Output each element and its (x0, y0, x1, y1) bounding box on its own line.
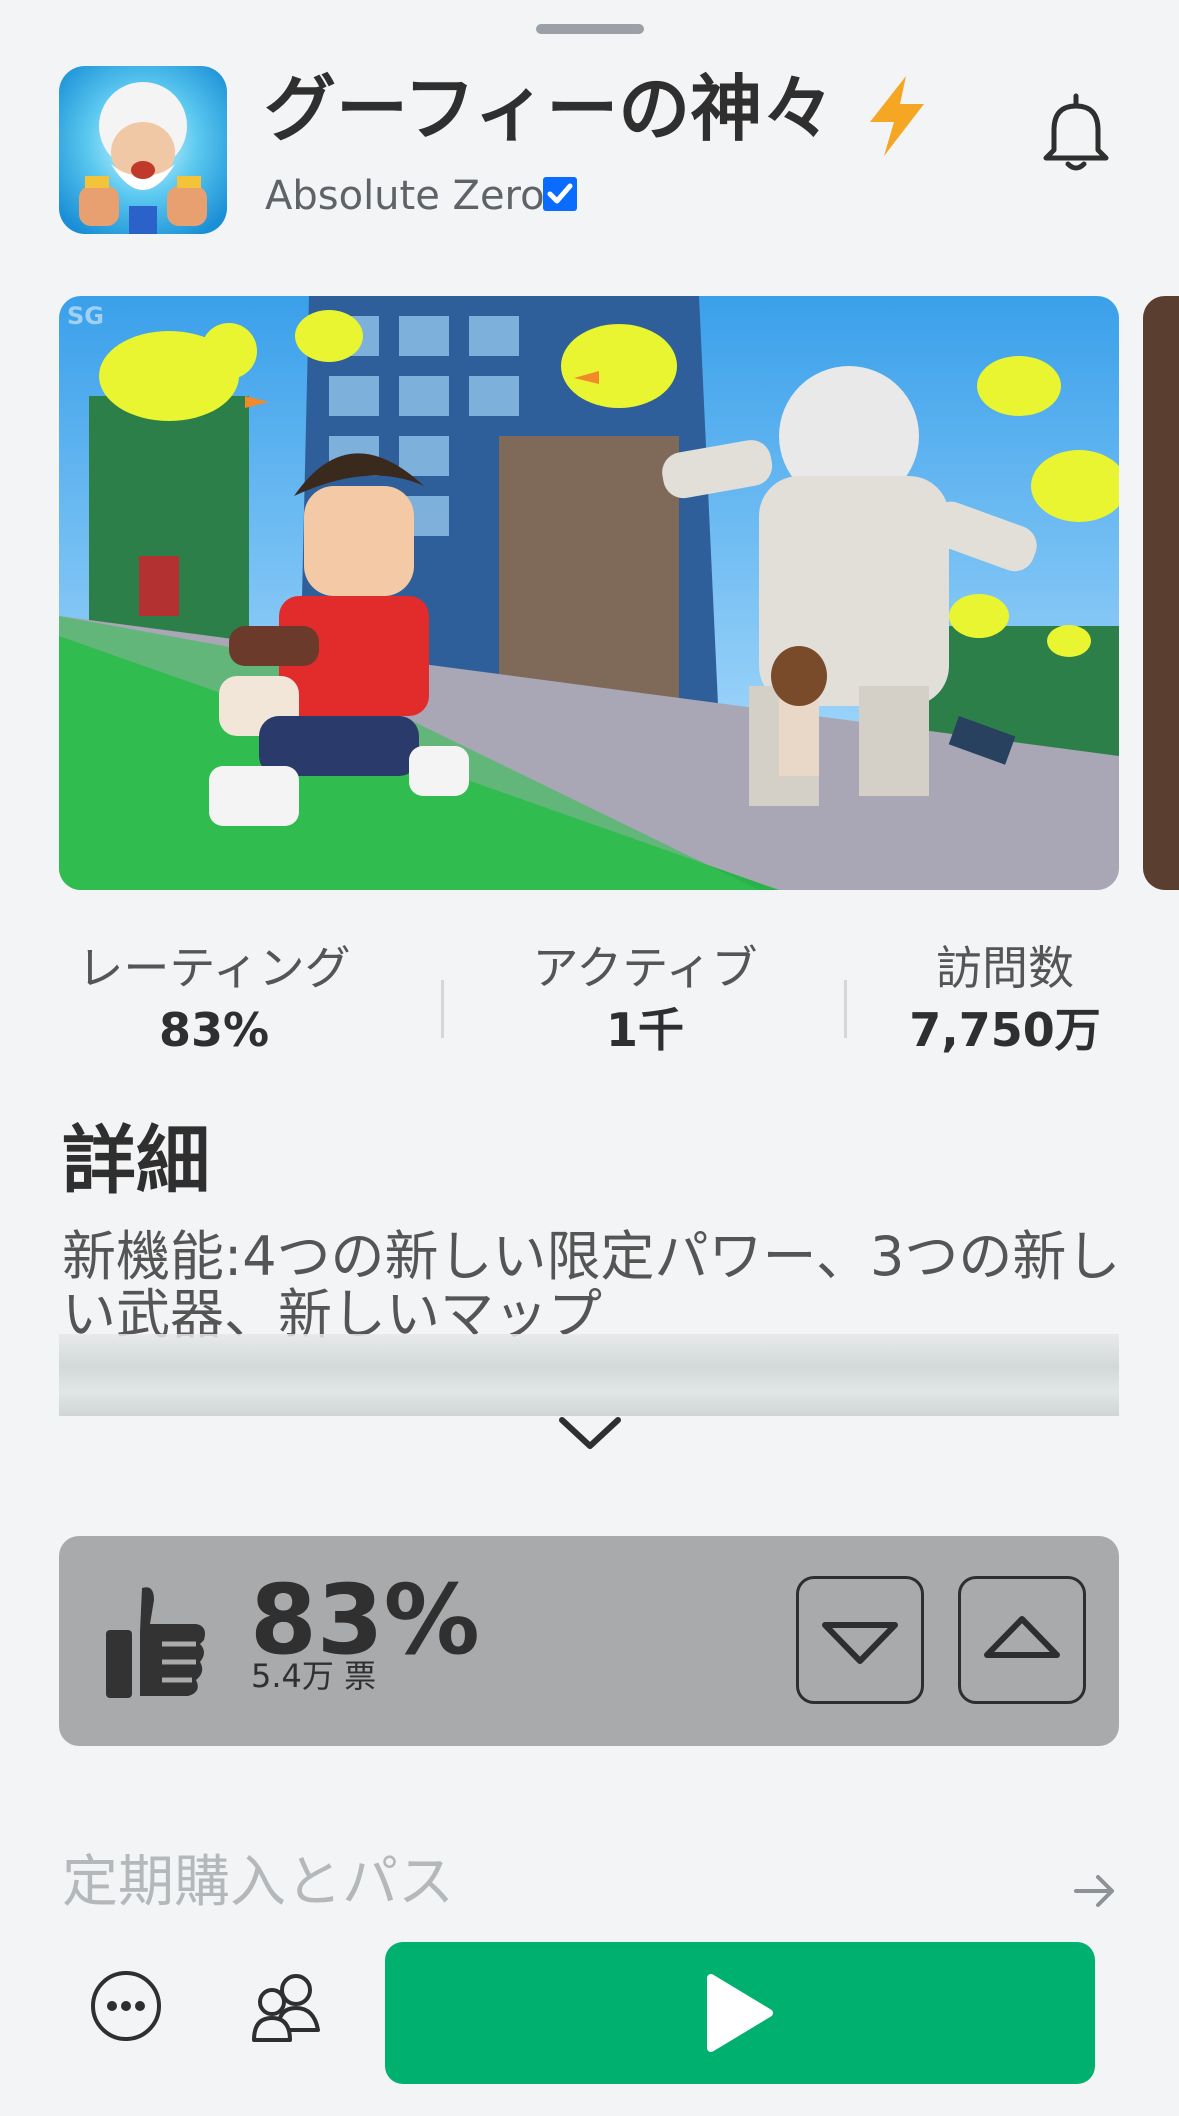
vote-count: 5.4万 票 (251, 1657, 377, 1695)
stat-visits-value: 7,750万 (909, 1003, 1101, 1057)
stat-divider (844, 980, 847, 1038)
arrow-right-icon[interactable] (1072, 1868, 1118, 1914)
lightning-icon (862, 74, 932, 158)
stat-visits: 訪問数 7,750万 (890, 938, 1120, 1062)
stat-divider (441, 980, 444, 1038)
stat-active: アクティブ 1千 (480, 938, 810, 1062)
thumbs-up-icon (104, 1582, 210, 1702)
downvote-button[interactable] (796, 1576, 924, 1704)
game-icon (59, 66, 227, 234)
stat-rating: レーティング 83% (59, 938, 369, 1062)
svg-text:SG: SG (67, 302, 104, 330)
stat-active-value: 1千 (605, 1003, 684, 1057)
description-fade (59, 1334, 1119, 1416)
verified-check-icon (542, 176, 578, 212)
next-screenshot-peek[interactable] (1143, 296, 1179, 890)
stat-rating-label: レーティング (77, 941, 351, 995)
party-friends-icon[interactable] (248, 1968, 324, 2044)
game-screenshot[interactable]: SG (59, 296, 1119, 890)
details-heading: 詳細 (62, 1118, 210, 1204)
details-description: 新機能:4つの新しい限定パワー、3つの新しい武器、新しいマップ (62, 1225, 1121, 1346)
subscriptions-passes-link[interactable]: 定期購入とパス (62, 1848, 454, 1918)
stat-active-label: アクティブ (532, 941, 758, 995)
play-button[interactable] (385, 1942, 1095, 2084)
chevron-down-icon[interactable] (556, 1410, 624, 1456)
upvote-button[interactable] (958, 1576, 1086, 1704)
stat-visits-label: 訪問数 (936, 941, 1074, 995)
more-options-icon[interactable] (88, 1968, 164, 2044)
creator-name[interactable]: Absolute Zero! (265, 168, 561, 224)
sheet-grabber[interactable] (536, 24, 644, 34)
bell-icon[interactable] (1040, 90, 1112, 174)
stat-rating-value: 83% (158, 1003, 270, 1057)
game-title: グーフィーの神々 (264, 67, 835, 151)
